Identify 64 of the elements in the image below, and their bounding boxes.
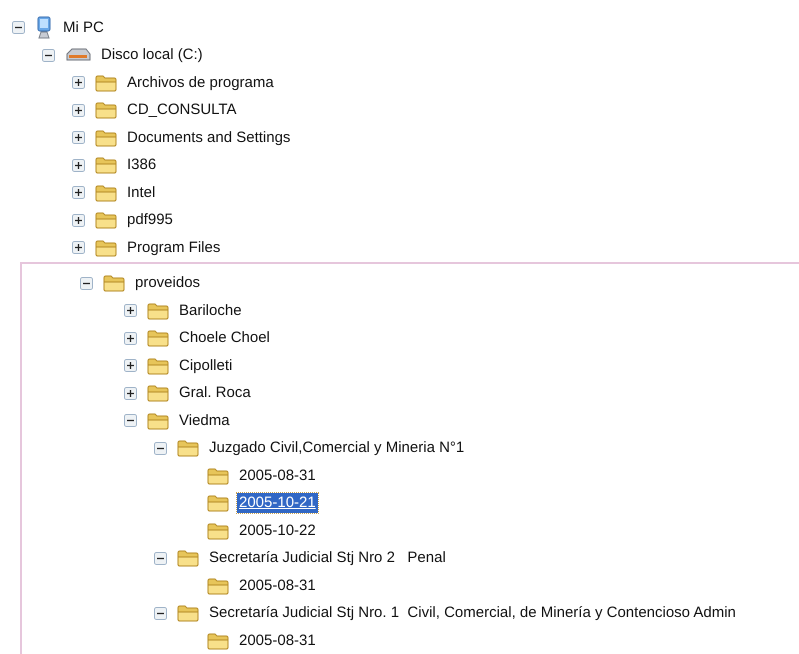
drive-icon [65, 47, 91, 64]
folder-icon [207, 494, 229, 512]
folder-icon [95, 128, 117, 147]
expand-toggle[interactable] [72, 241, 85, 254]
tree-item-label[interactable]: proveidos [133, 273, 202, 294]
tree-item-label[interactable]: Archivos de programa [125, 72, 276, 93]
tree-item-label[interactable]: Documents and Settings [125, 128, 292, 148]
tree-item-label[interactable]: Choele Choel [177, 328, 272, 348]
expand-toggle[interactable] [72, 104, 85, 117]
tree-item-label[interactable]: CD_CONSULTA [125, 100, 238, 120]
expand-toggle[interactable] [124, 304, 137, 318]
folder-icon [147, 329, 169, 348]
tree-item-label[interactable]: 2005-10-21 [237, 493, 318, 514]
folder-icon [95, 74, 117, 92]
collapse-toggle[interactable] [154, 442, 167, 455]
folder-icon [147, 302, 169, 320]
folder-icon [95, 101, 117, 120]
tree-item-label[interactable]: Mi PC [61, 18, 106, 38]
computer-icon [35, 16, 53, 40]
folder-icon [177, 439, 199, 458]
folder-icon [207, 632, 229, 650]
expand-toggle[interactable] [124, 386, 137, 400]
collapse-toggle[interactable] [124, 414, 137, 428]
collapse-toggle[interactable] [154, 552, 167, 565]
folder-icon [207, 576, 229, 595]
expand-toggle[interactable] [72, 76, 85, 90]
folder-icon [207, 466, 229, 485]
tree-item-label[interactable]: Secretaría Judicial Stj Nro 2 Penal [207, 548, 448, 568]
folder-icon [147, 384, 169, 402]
tree-item-label[interactable]: 2005-08-31 [237, 576, 318, 596]
expand-toggle[interactable] [72, 158, 85, 172]
tree-item-label[interactable]: Gral. Roca [177, 383, 253, 404]
tree-item-label[interactable]: pdf995 [125, 210, 175, 230]
folder-icon [147, 412, 169, 430]
tree-item-label[interactable]: Viedma [177, 410, 232, 431]
folder-icon [95, 184, 117, 202]
expand-toggle[interactable] [124, 332, 137, 345]
folder-icon [95, 211, 117, 230]
expand-toggle[interactable] [124, 359, 137, 372]
collapse-toggle[interactable] [80, 276, 93, 290]
tree-item-label[interactable]: 2005-10-22 [237, 520, 318, 541]
tree-item-label[interactable]: Cipolleti [177, 356, 234, 376]
tree-item-label[interactable]: Secretaría Judicial Stj Nro. 1 Civil, Comercial, de Minería y Contencioso Admin [207, 603, 738, 624]
tree-item-label[interactable]: Intel [125, 182, 158, 203]
tree-item-label[interactable]: 2005-08-31 [237, 630, 318, 651]
expand-toggle[interactable] [72, 186, 85, 200]
tree-item-label[interactable]: Program Files [125, 238, 222, 258]
folder-icon [103, 274, 125, 292]
folder-icon [177, 549, 199, 568]
collapse-toggle[interactable] [154, 606, 167, 620]
folder-icon [147, 356, 169, 375]
expand-toggle[interactable] [72, 214, 85, 227]
tree-item-label[interactable]: Disco local (C:) [99, 45, 205, 66]
folder-icon [177, 604, 199, 622]
tree-item-label[interactable]: Bariloche [177, 300, 244, 321]
collapse-toggle[interactable] [12, 21, 25, 34]
folder-icon [95, 156, 117, 174]
tree-item-label[interactable]: Juzgado Civil,Comercial y Mineria N°1 [207, 438, 466, 458]
collapse-toggle[interactable] [42, 48, 55, 62]
folder-icon [207, 522, 229, 540]
tree-item-label[interactable]: 2005-08-31 [237, 466, 318, 486]
expand-toggle[interactable] [72, 131, 85, 144]
tree-item-label[interactable]: I386 [125, 155, 158, 176]
folder-icon [95, 238, 117, 257]
